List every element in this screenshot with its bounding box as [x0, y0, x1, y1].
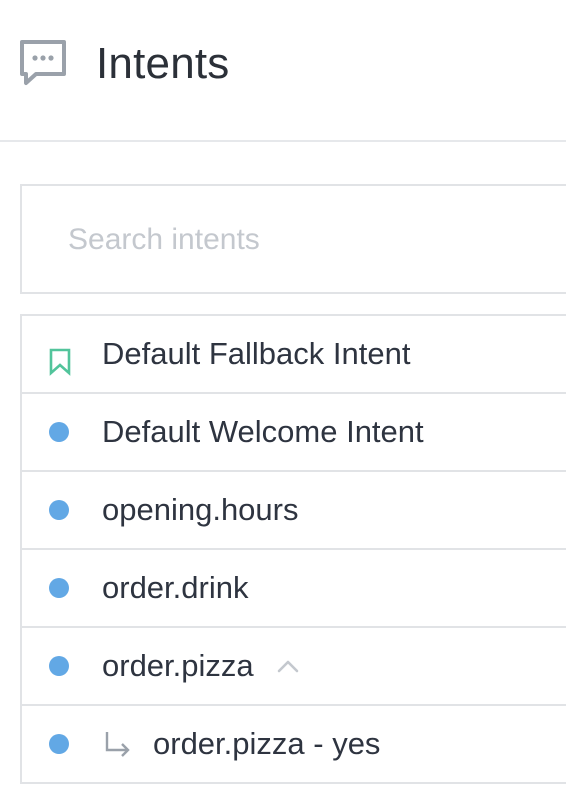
page-header: Intents [0, 0, 566, 142]
bookmark-icon [49, 348, 71, 376]
intent-label: opening.hours [102, 492, 299, 527]
status-dot [49, 734, 69, 754]
page-title: Intents [96, 39, 230, 88]
intent-label: Default Fallback Intent [102, 336, 411, 371]
intent-row-opening-hours[interactable]: opening.hours [22, 472, 566, 550]
intent-label: order.pizza - yes [153, 726, 381, 761]
chat-bubble-icon [20, 40, 66, 85]
intents-page: Intents Default Fallback Intent Default … [0, 0, 566, 810]
intent-row-default-welcome[interactable]: Default Welcome Intent [22, 394, 566, 472]
intent-row-order-pizza[interactable]: order.pizza [22, 628, 566, 706]
intent-label: Default Welcome Intent [102, 414, 424, 449]
intent-row-order-pizza-yes[interactable]: order.pizza - yes [22, 706, 566, 784]
status-dot [49, 500, 69, 520]
intent-row-default-fallback[interactable]: Default Fallback Intent [22, 316, 566, 394]
status-dot [49, 422, 69, 442]
subdirectory-arrow-icon [105, 732, 130, 757]
intent-list: Default Fallback Intent Default Welcome … [20, 314, 566, 784]
status-dot [49, 578, 69, 598]
chevron-up-icon[interactable] [277, 658, 299, 674]
intent-label: order.drink [102, 570, 249, 605]
status-dot [49, 656, 69, 676]
search-box [20, 184, 566, 294]
intent-row-order-drink[interactable]: order.drink [22, 550, 566, 628]
intent-label: order.pizza [102, 648, 254, 683]
search-input[interactable] [68, 214, 548, 266]
